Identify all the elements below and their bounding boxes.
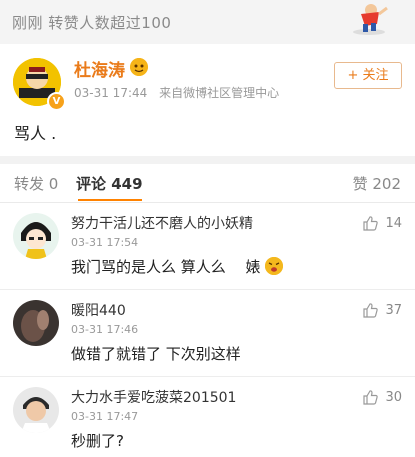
section-divider <box>0 156 415 164</box>
like-button[interactable]: 30 <box>362 389 402 406</box>
notice-time: 刚刚 <box>12 14 44 32</box>
comment-time: 03-31 17:46 <box>71 323 139 336</box>
comment-author[interactable]: 努力干活儿还不磨人的小妖精 <box>71 213 253 233</box>
like-button[interactable]: 14 <box>362 215 402 232</box>
comment-item: 大力水手爱吃菠菜201501 03-31 17:47 秒删了? 30 <box>0 377 415 457</box>
vip-icon <box>130 58 148 76</box>
post-author[interactable]: 杜海涛 <box>74 56 125 81</box>
comment-item: 暖阳440 03-31 17:46 做错了就错了 下次别这样 37 <box>0 290 415 377</box>
post-time: 03-31 17:44 <box>74 86 148 100</box>
comment-item: 努力干活儿还不磨人的小妖精 03-31 17:54 我门骂的是人么 算人么 婊 … <box>0 203 415 290</box>
like-count: 14 <box>385 216 402 231</box>
like-button[interactable]: 37 <box>362 302 402 319</box>
like-count: 37 <box>385 303 402 318</box>
thumbs-up-icon <box>363 390 379 405</box>
mascot-icon <box>353 4 388 35</box>
tab-repost[interactable]: 转发 0 <box>14 173 58 194</box>
active-tab-indicator <box>78 199 142 201</box>
post-source: 来自微博社区管理中心 <box>159 86 280 100</box>
comment-time: 03-31 17:54 <box>71 236 139 249</box>
tab-comments-label: 评论 <box>76 175 107 193</box>
tab-comments-count: 449 <box>111 175 143 193</box>
avatar[interactable] <box>13 387 59 433</box>
follow-button[interactable]: + 关注 <box>334 62 402 89</box>
notice-bar: 刚刚 转赞人数超过100 <box>0 0 415 44</box>
avatar[interactable] <box>13 213 59 259</box>
comment-text: 秒删了? <box>71 432 124 450</box>
comment-text: 做错了就错了 下次别这样 <box>71 345 241 363</box>
comment-text-content: 我门骂的是人么 算人么 婊 <box>71 258 261 276</box>
thumbs-up-icon <box>363 216 379 231</box>
thumbs-up-icon <box>363 303 379 318</box>
comment-text: 我门骂的是人么 算人么 婊 <box>71 256 283 277</box>
avatar-image <box>13 387 59 433</box>
like-count: 30 <box>385 390 402 405</box>
tab-comments[interactable]: 评论 449 <box>76 173 143 194</box>
comment-time: 03-31 17:47 <box>71 410 139 423</box>
comment-author[interactable]: 暖阳440 <box>71 300 126 320</box>
avatar-image <box>13 300 59 346</box>
notice-text: 刚刚 转赞人数超过100 <box>12 12 171 33</box>
weibo-post: V 杜海涛 03-31 17:44 来自微博社区管理中心 + 关注 骂人 . <box>0 44 415 156</box>
comment-author[interactable]: 大力水手爱吃菠菜201501 <box>71 387 236 407</box>
post-content: 骂人 . <box>14 124 57 143</box>
notice-message: 转赞人数超过100 <box>48 14 172 32</box>
tab-likes[interactable]: 赞 202 <box>353 173 401 194</box>
verified-badge-icon: V <box>47 92 66 111</box>
avatar-image <box>13 213 59 259</box>
tabs-bar: 转发 0 评论 449 赞 202 <box>0 164 415 203</box>
post-meta: 03-31 17:44 来自微博社区管理中心 <box>74 84 279 101</box>
angry-face-emoji-icon <box>264 257 283 275</box>
avatar[interactable] <box>13 300 59 346</box>
